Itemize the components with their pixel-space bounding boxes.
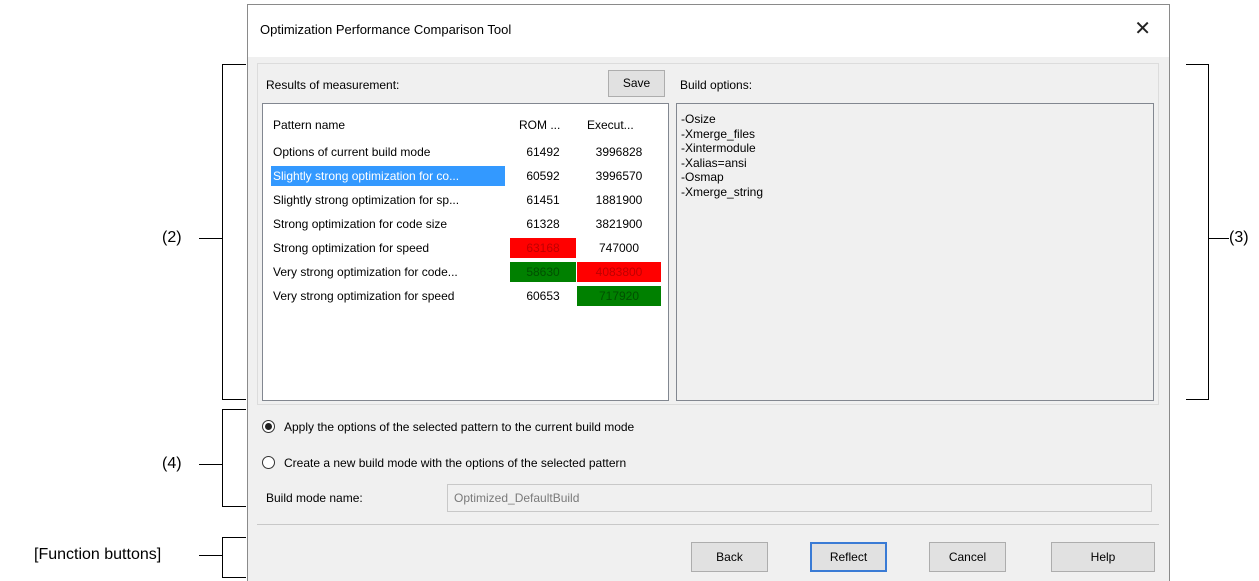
row-rom-size: 60592 (526, 169, 560, 183)
help-button[interactable]: Help (1051, 542, 1155, 572)
build-option-line: -Osize (681, 112, 716, 126)
reflect-button[interactable]: Reflect (810, 542, 887, 572)
row-execution-cycles: 747000 (598, 241, 640, 255)
build-option-line: -Xintermodule (681, 141, 756, 155)
table-row[interactable]: Slightly strong optimization for sp... 6… (263, 190, 668, 210)
row-pattern-name: Very strong optimization for speed (273, 289, 455, 303)
table-row-selected[interactable]: Slightly strong optimization for co... 6… (263, 166, 668, 186)
row-rom-size: 61451 (526, 193, 560, 207)
row-pattern-name: Strong optimization for code size (273, 217, 448, 231)
row-execution-cycles: 3996570 (595, 169, 643, 183)
column-header-pattern-name[interactable]: Pattern name (273, 118, 345, 132)
cancel-button[interactable]: Cancel (929, 542, 1006, 572)
annotation-apply-bracket-top (222, 409, 246, 410)
close-icon[interactable]: ✕ (1134, 16, 1151, 41)
annotation-results-bracket-bottom (222, 399, 246, 400)
optimization-dialog: Optimization Performance Comparison Tool… (247, 4, 1170, 581)
back-button-label: Back (716, 550, 743, 564)
table-row[interactable]: Strong optimization for code size 61328 … (263, 214, 668, 234)
annotation-function-buttons: [Function buttons] (34, 546, 162, 563)
row-rom-size: 61328 (526, 217, 560, 231)
row-pattern-name: Slightly strong optimization for sp... (273, 193, 460, 207)
row-execution-cycles: 1881900 (595, 193, 643, 207)
build-option-line: -Xmerge_string (681, 184, 764, 199)
results-list[interactable]: Pattern name ROM ... Execut... Options o… (262, 103, 669, 401)
row-rom-size-worst: 63168 (510, 238, 576, 258)
build-options-label: Build options: (680, 78, 753, 92)
build-mode-name-field[interactable]: Optimized_DefaultBuild (447, 484, 1152, 512)
row-rom-size-best: 58630 (510, 262, 576, 282)
table-row[interactable]: Very strong optimization for speed 60653… (263, 286, 668, 306)
apply-options-radio[interactable] (262, 420, 275, 433)
build-option-line: -Xalias=ansi (681, 155, 747, 170)
back-button[interactable]: Back (691, 542, 768, 572)
row-execution-cycles: 3996828 (595, 145, 643, 159)
build-option-line: -Osmap (681, 170, 724, 184)
row-execution-cycles: 3821900 (595, 217, 643, 231)
annotation-function-bracket (222, 537, 223, 578)
results-label: Results of measurement: (266, 78, 400, 92)
annotation-options-bracket-bottom (1186, 399, 1209, 400)
apply-options-label[interactable]: Apply the options of the selected patter… (284, 420, 634, 434)
row-pattern-name: Options of current build mode (273, 145, 431, 159)
help-button-label: Help (1090, 550, 1116, 564)
cancel-button-label: Cancel (948, 550, 987, 564)
annotation-apply: (4) (162, 455, 182, 472)
row-rom-size: 60653 (526, 289, 560, 303)
annotation-results-leader (199, 238, 223, 239)
build-mode-name-label: Build mode name: (266, 491, 363, 505)
dialog-title: Optimization Performance Comparison Tool (260, 22, 512, 37)
annotation-apply-leader (199, 464, 223, 465)
divider (257, 524, 1159, 525)
annotation-apply-bracket (222, 409, 223, 507)
table-row[interactable]: Very strong optimization for code... 586… (263, 262, 668, 282)
row-execution-cycles-best: 717920 (577, 286, 661, 306)
create-build-mode-radio[interactable] (262, 456, 275, 469)
row-rom-size: 61492 (526, 145, 560, 159)
column-header-rom[interactable]: ROM ... (519, 118, 560, 132)
row-execution-cycles-worst: 4083800 (577, 262, 661, 282)
reflect-button-label: Reflect (829, 550, 868, 564)
annotation-function-bracket-bottom (222, 577, 246, 578)
table-row[interactable]: Strong optimization for speed 63168 7470… (263, 238, 668, 258)
create-build-mode-label[interactable]: Create a new build mode with the options… (284, 456, 626, 470)
annotation-results-bracket-top (222, 64, 246, 65)
annotation-results-bracket (222, 64, 223, 400)
save-button-label: Save (622, 76, 651, 90)
annotation-apply-bracket-bottom (222, 506, 246, 507)
table-row[interactable]: Options of current build mode 61492 3996… (263, 142, 668, 162)
row-pattern-name: Strong optimization for speed (273, 241, 430, 255)
annotation-function-leader (199, 555, 223, 556)
row-pattern-name: Slightly strong optimization for co... (271, 166, 505, 186)
annotation-results: (2) (162, 229, 182, 246)
build-option-line: -Xmerge_files (681, 126, 756, 141)
column-header-execution[interactable]: Execut... (587, 118, 634, 132)
annotation-options: (3) (1229, 229, 1249, 246)
annotation-options-leader (1209, 238, 1229, 239)
annotation-options-bracket (1208, 64, 1209, 400)
annotation-function-bracket-top (222, 537, 246, 538)
build-options-box[interactable]: -Osize -Xmerge_files -Xintermodule -Xali… (676, 103, 1154, 401)
row-pattern-name: Very strong optimization for code... (273, 265, 458, 279)
save-button[interactable]: Save (608, 70, 665, 97)
annotation-options-bracket-top (1186, 64, 1209, 65)
title-bar: Optimization Performance Comparison Tool… (248, 5, 1169, 57)
